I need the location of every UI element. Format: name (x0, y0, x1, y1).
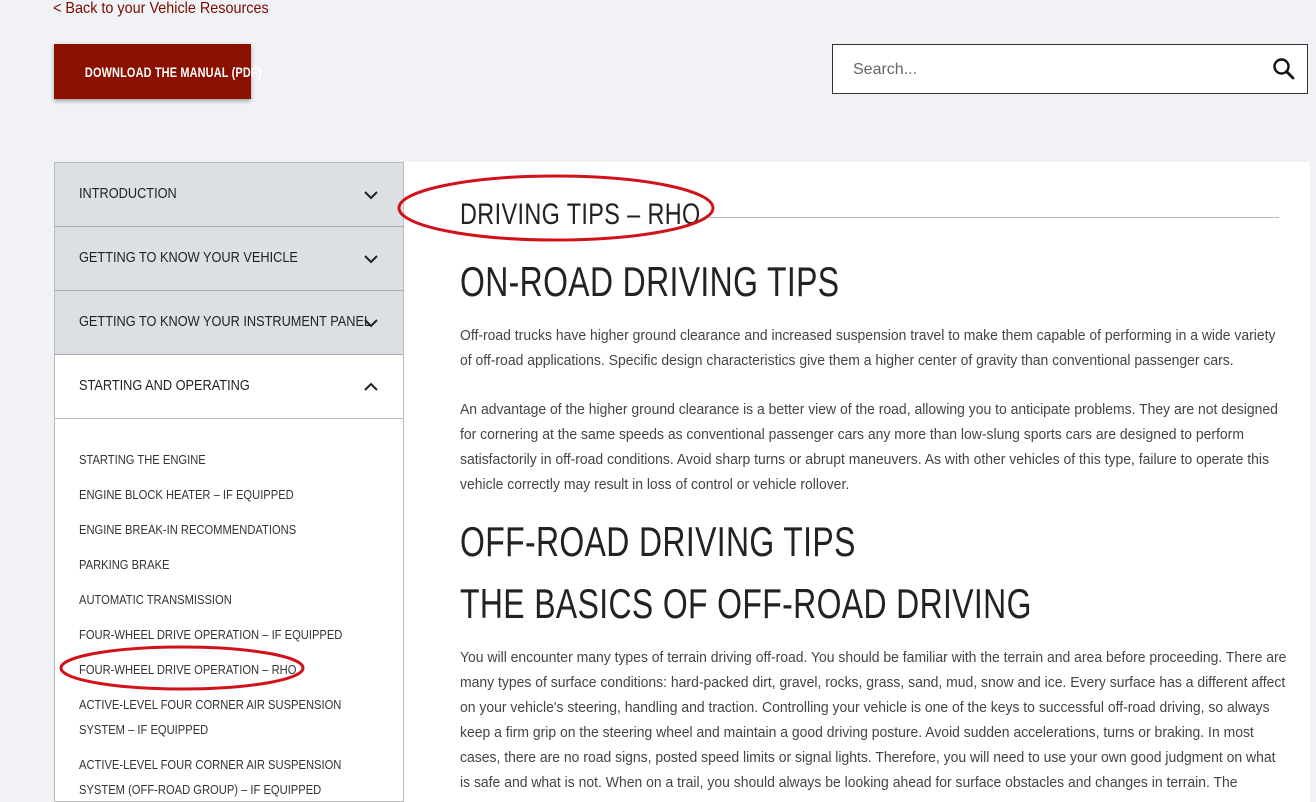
search-icon (1273, 58, 1295, 80)
sidebar-item-air-suspension-off-road-group[interactable]: ACTIVE-LEVEL FOUR CORNER AIR SUSPENSION … (55, 752, 403, 802)
manual-content: DRIVING TIPS – RHO ON-ROAD DRIVING TIPS … (404, 162, 1310, 802)
search-box (832, 44, 1308, 94)
sidebar-item-engine-block-heater[interactable]: ENGINE BLOCK HEATER – IF EQUIPPED (55, 482, 403, 507)
back-to-vehicle-resources-link[interactable]: < Back to your Vehicle Resources (53, 0, 269, 18)
sidebar-item-engine-break-in[interactable]: ENGINE BREAK-IN RECOMMENDATIONS (55, 517, 403, 542)
accordion-introduction[interactable]: INTRODUCTION (55, 163, 403, 227)
heading-on-road-driving-tips: ON-ROAD DRIVING TIPS (460, 258, 840, 305)
accordion-label: STARTING AND OPERATING (79, 377, 250, 394)
sidebar-item-air-suspension-if-equipped[interactable]: ACTIVE-LEVEL FOUR CORNER AIR SUSPENSION … (55, 692, 403, 742)
paragraph-on-road-1: Off-road trucks have higher ground clear… (460, 327, 1276, 369)
starting-operating-sublist: STARTING THE ENGINE ENGINE BLOCK HEATER … (55, 419, 403, 802)
accordion-label: INTRODUCTION (79, 185, 177, 202)
title-divider (709, 217, 1279, 218)
accordion-getting-to-know-instrument-panel[interactable]: GETTING TO KNOW YOUR INSTRUMENT PANEL (55, 291, 403, 355)
chevron-down-icon (364, 319, 378, 328)
manual-sidebar: INTRODUCTION GETTING TO KNOW YOUR VEHICL… (54, 162, 404, 802)
accordion-starting-and-operating[interactable]: STARTING AND OPERATING (55, 355, 403, 419)
sidebar-item-parking-brake[interactable]: PARKING BRAKE (55, 552, 403, 577)
download-manual-button[interactable]: DOWNLOAD THE MANUAL (PDF) (54, 44, 261, 99)
sidebar-item-starting-the-engine[interactable]: STARTING THE ENGINE (55, 447, 403, 472)
accordion-label: GETTING TO KNOW YOUR VEHICLE (79, 249, 298, 266)
paragraph-on-road-2: An advantage of the higher ground cleara… (460, 401, 1278, 493)
sidebar-item-4wd-rho[interactable]: FOUR-WHEEL DRIVE OPERATION – RHO (55, 657, 403, 682)
heading-off-road-driving-tips: OFF-ROAD DRIVING TIPS (460, 518, 856, 565)
chevron-down-icon (364, 255, 378, 264)
heading-basics-off-road: THE BASICS OF OFF-ROAD DRIVING (460, 580, 1032, 627)
accordion-getting-to-know-vehicle[interactable]: GETTING TO KNOW YOUR VEHICLE (55, 227, 403, 291)
download-manual-label: DOWNLOAD THE MANUAL (PDF) (84, 63, 262, 80)
search-input[interactable] (851, 57, 1255, 83)
paragraph-basics: You will encounter many types of terrain… (460, 649, 1287, 791)
chevron-up-icon (364, 382, 378, 391)
accordion-label: GETTING TO KNOW YOUR INSTRUMENT PANEL (79, 313, 372, 330)
chevron-down-icon (364, 191, 378, 200)
sidebar-item-4wd-if-equipped[interactable]: FOUR-WHEEL DRIVE OPERATION – IF EQUIPPED (55, 622, 403, 647)
section-title: DRIVING TIPS – RHO (460, 198, 701, 231)
search-button[interactable] (1271, 56, 1297, 82)
sidebar-item-automatic-transmission[interactable]: AUTOMATIC TRANSMISSION (55, 587, 403, 612)
